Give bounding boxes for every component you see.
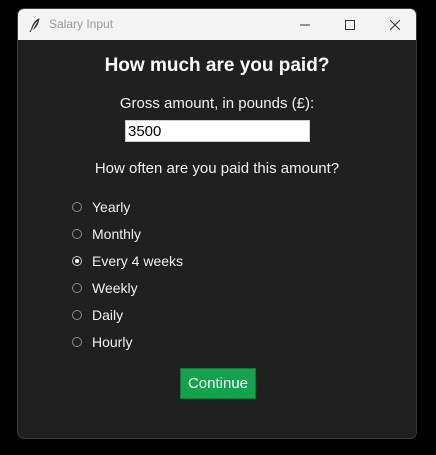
feather-icon: [29, 18, 40, 33]
form-content: How much are you paid? Gross amount, in …: [18, 40, 416, 438]
option-label: Yearly: [92, 198, 131, 215]
option-label: Weekly: [92, 279, 138, 296]
option-label: Hourly: [92, 333, 133, 350]
gross-amount-label: Gross amount, in pounds (£):: [119, 95, 315, 112]
app-window: Salary Input How much are you paid? Gros…: [17, 8, 417, 439]
radio-button[interactable]: [72, 201, 82, 212]
gross-amount-input[interactable]: [125, 120, 310, 142]
frequency-option-daily[interactable]: Daily: [72, 301, 183, 328]
title-bar[interactable]: Salary Input: [18, 9, 416, 40]
close-button[interactable]: [372, 9, 416, 40]
radio-button[interactable]: [72, 255, 82, 266]
frequency-option-hourly[interactable]: Hourly: [72, 328, 183, 355]
close-icon: [390, 19, 400, 30]
frequency-option-weekly[interactable]: Weekly: [72, 274, 183, 301]
window-title: Salary Input: [49, 17, 114, 31]
radio-button[interactable]: [72, 282, 82, 293]
option-label: Every 4 weeks: [92, 252, 184, 269]
continue-button[interactable]: Continue: [180, 368, 256, 399]
page-heading: How much are you paid?: [104, 55, 330, 76]
radio-button[interactable]: [72, 228, 82, 239]
option-label: Monthly: [92, 225, 142, 242]
frequency-label: How often are you paid this amount?: [94, 160, 340, 177]
frequency-option-every-4-weeks[interactable]: Every 4 weeks: [72, 247, 183, 274]
minimize-icon: [300, 24, 310, 25]
maximize-button[interactable]: [327, 9, 373, 40]
frequency-option-yearly[interactable]: Yearly: [72, 193, 183, 220]
maximize-icon: [345, 19, 355, 30]
radio-button[interactable]: [72, 309, 82, 320]
minimize-button[interactable]: [282, 9, 328, 40]
frequency-option-monthly[interactable]: Monthly: [72, 220, 183, 247]
frequency-options: Yearly Monthly Every 4 weeks Weekly Dail…: [72, 193, 183, 355]
option-label: Daily: [92, 306, 124, 323]
radio-button[interactable]: [72, 336, 82, 347]
